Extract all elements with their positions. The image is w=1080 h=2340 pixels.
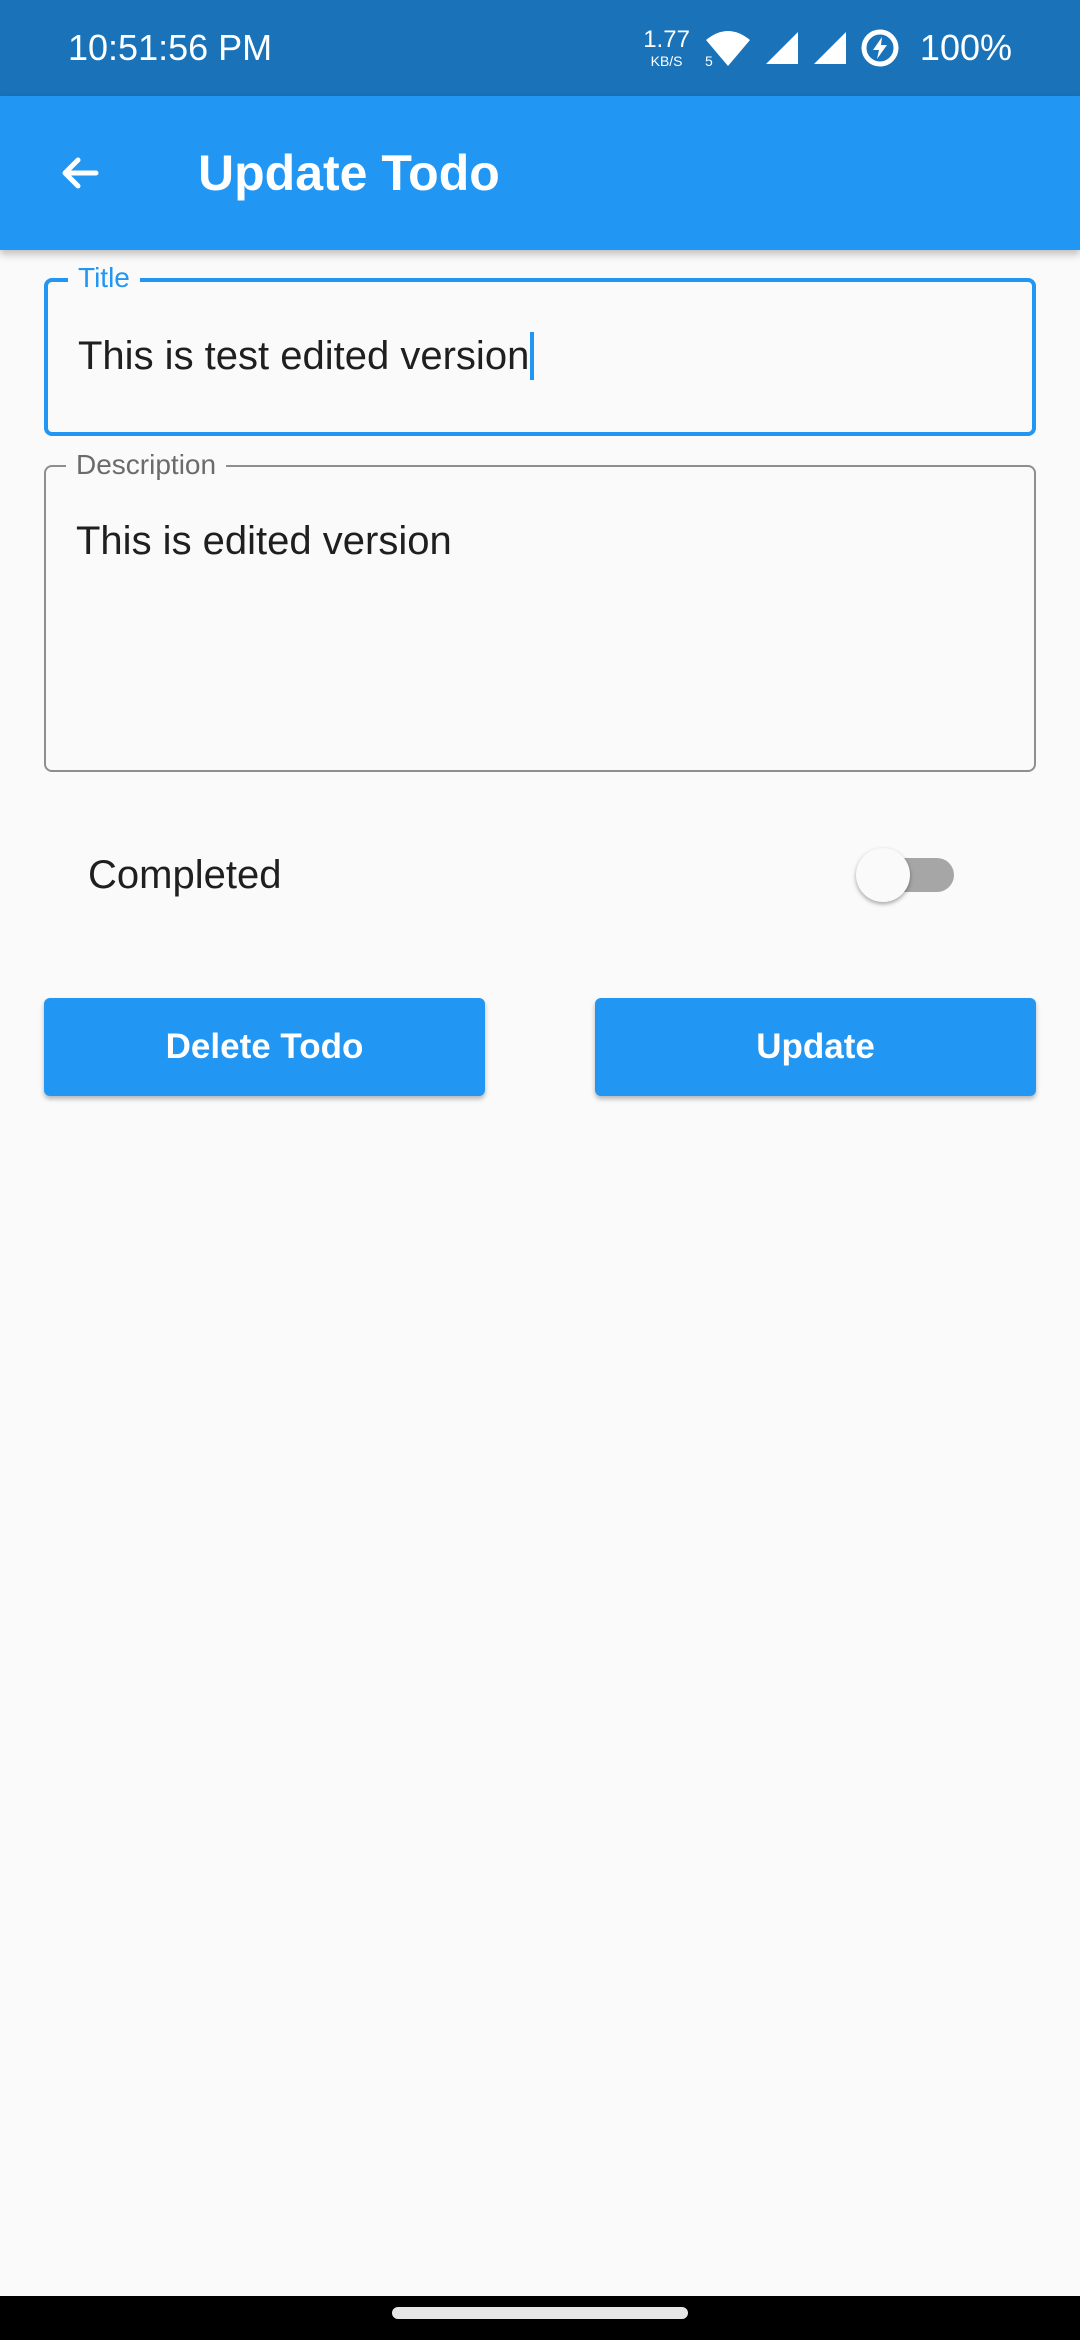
arrow-back-icon xyxy=(62,157,99,189)
status-bar: 10:51:56 PM 1.77 KB/S 5 100% xyxy=(0,0,1080,96)
wifi-badge: 5 xyxy=(705,53,713,68)
home-indicator[interactable] xyxy=(392,2307,688,2319)
completed-row: Completed xyxy=(44,830,1036,920)
completed-label: Completed xyxy=(88,853,282,897)
app-bar: Update Todo xyxy=(0,96,1080,250)
page-title: Update Todo xyxy=(198,145,500,201)
wifi-icon: 5 xyxy=(705,31,750,68)
network-speed: 1.77 KB/S xyxy=(643,26,690,69)
text-cursor xyxy=(530,332,535,380)
title-field-label: Title xyxy=(68,263,140,293)
title-field[interactable]: Title This is test edited version xyxy=(44,263,1036,436)
title-field-value-wrap: This is test edited version xyxy=(78,332,535,380)
description-field[interactable]: Description This is edited version xyxy=(44,450,1036,772)
battery-saver-icon xyxy=(861,29,899,67)
completed-switch[interactable] xyxy=(856,844,960,906)
network-speed-unit: KB/S xyxy=(650,53,683,69)
delete-todo-button[interactable]: Delete Todo xyxy=(44,998,485,1096)
description-field-value: This is edited version xyxy=(76,519,452,563)
status-icons: 1.77 KB/S 5 100% xyxy=(643,24,1012,72)
back-button[interactable] xyxy=(40,133,120,213)
switch-thumb xyxy=(856,848,910,902)
status-time: 10:51:56 PM xyxy=(68,27,273,68)
network-speed-value: 1.77 xyxy=(643,26,690,53)
description-field-label: Description xyxy=(66,450,227,480)
signal-icon xyxy=(765,32,798,64)
title-field-value: This is test edited version xyxy=(78,334,530,378)
update-button[interactable]: Update xyxy=(595,998,1036,1096)
navigation-bar xyxy=(0,2296,1080,2340)
signal-icon xyxy=(813,32,846,64)
battery-percent: 100% xyxy=(919,27,1012,68)
